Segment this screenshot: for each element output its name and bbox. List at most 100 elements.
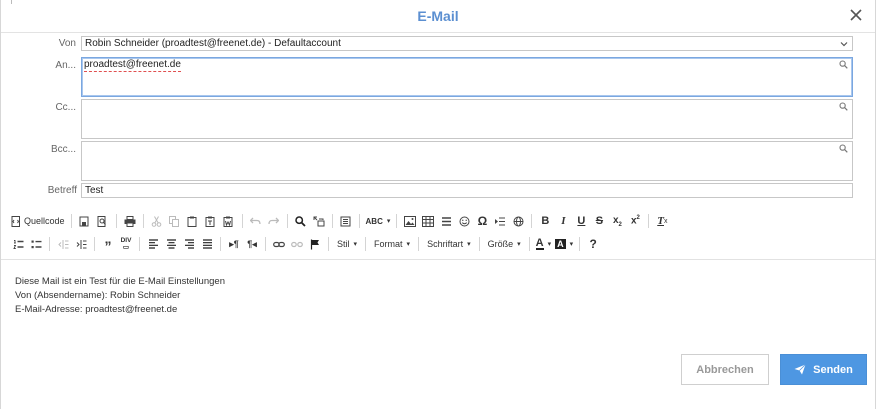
select-all-button[interactable] [337,212,355,230]
paste-text-icon [205,216,215,227]
preview-button[interactable] [94,212,112,230]
italic-icon: I [561,215,566,227]
caret-down-icon: ▾ [517,241,521,248]
globe-icon [513,216,524,226]
toolbar-separator [115,214,117,228]
justify-icon [202,239,212,249]
undo-button[interactable] [247,212,265,230]
spellcheck-button[interactable]: ABC ▾ [364,212,393,230]
paste-button[interactable] [184,212,202,230]
to-label[interactable]: An... [55,60,76,71]
superscript-button[interactable]: x2 [626,212,644,230]
align-right-button[interactable] [180,235,198,253]
source-button[interactable]: Quellcode [9,212,67,230]
message-body[interactable]: Diese Mail ist ein Test für die E-Mail E… [15,275,225,317]
from-select[interactable]: Robin Schneider (proadtest@freenet.de) -… [81,36,853,51]
toolbar-separator [70,214,72,228]
close-icon[interactable] [847,6,865,24]
replace-button[interactable] [310,212,328,230]
justify-button[interactable] [198,235,216,253]
smiley-icon [459,216,470,226]
ltr-icon: ▸¶ [229,238,239,249]
strikethrough-icon: S [595,215,604,227]
undo-icon [250,217,261,225]
bcc-field[interactable] [81,141,853,181]
horizontal-line-icon [441,216,451,226]
save-icon [79,216,89,226]
numbered-list-button[interactable] [9,235,27,253]
paste-text-button[interactable] [202,212,220,230]
smiley-button[interactable] [455,212,473,230]
background-color-button[interactable]: A ▾ [553,235,575,253]
align-center-button[interactable] [162,235,180,253]
send-button[interactable]: Senden [780,354,867,385]
paste-word-icon [223,216,233,227]
toolbar-separator [49,237,50,251]
cut-button[interactable] [148,212,166,230]
text-color-button[interactable]: A ▾ [534,235,553,253]
toolbar-separator [331,214,333,228]
omega-icon: Ω [477,214,488,228]
toolbar-separator [531,214,533,228]
ltr-button[interactable]: ▸¶ [225,235,243,253]
find-button[interactable] [292,212,310,230]
text-color-icon: A [535,237,544,250]
search-icon[interactable] [839,102,848,111]
cancel-button[interactable]: Abbrechen [681,354,769,385]
help-button[interactable]: ? [584,235,602,253]
indent-button[interactable] [72,235,90,253]
copy-button[interactable] [166,212,184,230]
to-field[interactable]: proadtest@freenet.de [81,57,853,97]
toolbar-separator [142,214,144,228]
subject-value: Test [85,185,104,196]
page-break-button[interactable] [491,212,509,230]
remove-format-button[interactable]: Tx [653,212,671,230]
bullet-list-button[interactable] [27,235,45,253]
editor-toolbar-row-1: Quellcode ABC ▾ Ω B I U S x2 x2 T x [9,212,671,230]
print-button[interactable] [121,212,139,230]
redo-button[interactable] [265,212,283,230]
outdent-button[interactable] [54,235,72,253]
blockquote-button[interactable]: ” [99,235,117,253]
save-button[interactable] [76,212,94,230]
subscript-icon: x2 [612,214,622,228]
flag-icon [310,239,319,249]
table-button[interactable] [419,212,437,230]
anchor-button[interactable] [306,235,324,253]
iframe-button[interactable] [509,212,527,230]
search-icon[interactable] [839,60,848,69]
to-recipient[interactable]: proadtest@freenet.de [84,59,181,72]
toolbar-separator [418,237,420,251]
caret-down-icon: ▾ [386,218,391,225]
format-dropdown[interactable]: Format ▾ [370,235,414,253]
size-dropdown[interactable]: Größe ▾ [484,235,525,253]
div-container-button[interactable]: DIV ▭ [117,235,135,253]
body-line: E-Mail-Adresse: proadtest@freenet.de [15,304,178,315]
bold-button[interactable]: B [536,212,554,230]
caret-down-icon: ▾ [569,241,574,248]
search-icon[interactable] [839,144,848,153]
italic-button[interactable]: I [554,212,572,230]
bcc-label[interactable]: Bcc... [51,144,76,155]
cc-label[interactable]: Cc... [55,102,76,113]
subject-input[interactable]: Test [81,183,853,198]
toolbar-separator [478,237,480,251]
strikethrough-button[interactable]: S [590,212,608,230]
font-dropdown[interactable]: Schriftart ▾ [423,235,475,253]
link-button[interactable] [270,235,288,253]
paste-word-button[interactable] [220,212,238,230]
style-dropdown[interactable]: Stil ▾ [333,235,361,253]
rtl-button[interactable]: ¶◂ [243,235,261,253]
unlink-button[interactable] [288,235,306,253]
table-icon [422,215,435,227]
horizontal-line-button[interactable] [437,212,455,230]
spellcheck-icon: ABC [365,216,383,226]
underline-button[interactable]: U [572,212,590,230]
special-char-button[interactable]: Ω [473,212,491,230]
from-value: Robin Schneider (proadtest@freenet.de) -… [85,38,341,49]
image-button[interactable] [401,212,419,230]
unlink-icon [291,241,303,247]
subscript-button[interactable]: x2 [608,212,626,230]
cc-field[interactable] [81,99,853,139]
align-left-button[interactable] [144,235,162,253]
